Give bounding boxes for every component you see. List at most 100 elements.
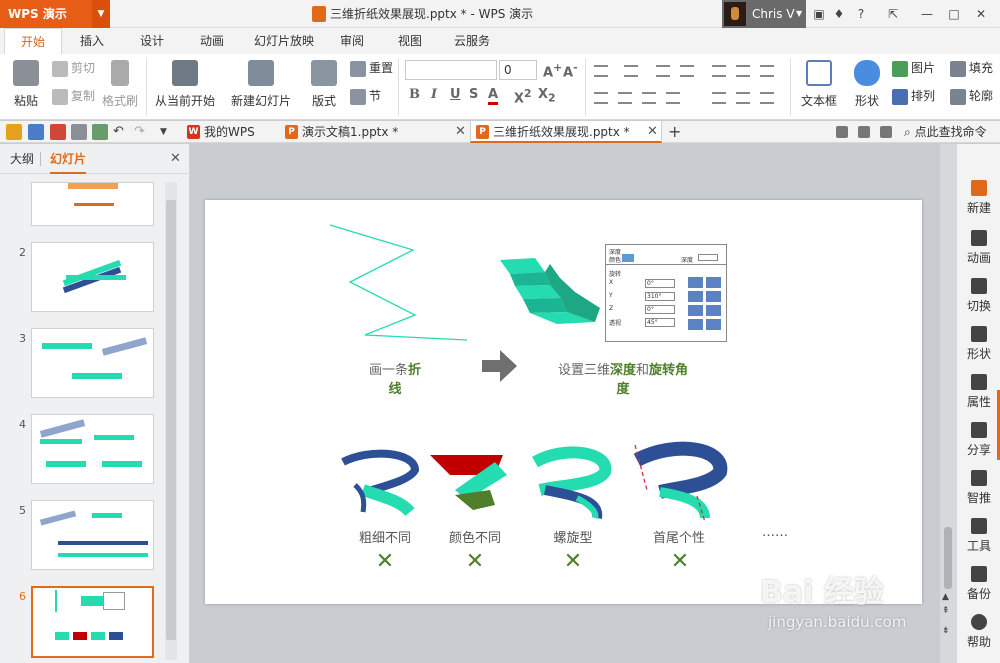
step2-caption[interactable]: 设置三维深度和旋转角 度: [545, 361, 701, 399]
font-color-button[interactable]: A: [488, 87, 499, 105]
sync-icon[interactable]: [836, 126, 848, 138]
command-search[interactable]: ⌕ 点此查找命令: [904, 121, 987, 143]
tab-insert[interactable]: 插入: [68, 28, 116, 54]
sidebar-tools[interactable]: 工具: [957, 518, 1000, 554]
print-preview-icon[interactable]: [92, 124, 108, 140]
step1-caption[interactable]: 画一条折 线: [355, 361, 435, 399]
minimize-icon[interactable]: —: [918, 5, 936, 23]
open-folder-icon[interactable]: [6, 124, 22, 140]
sidebar-new[interactable]: 新建: [957, 180, 1000, 216]
close-tab-icon[interactable]: ✕: [455, 121, 466, 143]
cross-mark-1[interactable]: ✕: [370, 548, 400, 576]
user-account[interactable]: Chris V ▼: [722, 0, 806, 28]
italic-button[interactable]: I: [431, 87, 437, 102]
doc-tab-mywps[interactable]: W 我的WPS: [182, 121, 280, 143]
skin-icon[interactable]: ▣: [810, 5, 828, 23]
close-panel-icon[interactable]: ✕: [170, 151, 181, 166]
slide[interactable]: 深度 颜色 深度 旋转 X 0° Y 310° Z 0° 透视 45° 画一条折 线 设…: [205, 200, 922, 604]
label-head-tail[interactable]: 首尾个性: [639, 527, 719, 546]
copy-button[interactable]: 复制: [52, 86, 95, 106]
new-slide-button[interactable]: 新建幻灯片: [228, 60, 294, 109]
tab-outline[interactable]: 大纲: [10, 144, 34, 174]
from-current-button[interactable]: 从当前开始: [152, 60, 218, 109]
ribbon-blue-teal[interactable]: [341, 449, 420, 517]
tab-slideshow[interactable]: 幻灯片放映: [248, 28, 320, 54]
undo-icon[interactable]: ↶: [113, 124, 129, 140]
slide-thumbnail-6[interactable]: [31, 586, 154, 658]
zigzag-line[interactable]: [329, 224, 468, 341]
cross-mark-3[interactable]: ✕: [558, 548, 588, 576]
customize-chevron-icon[interactable]: ▼: [160, 124, 176, 140]
cross-mark-4[interactable]: ✕: [665, 548, 695, 576]
picture-button[interactable]: 图片: [892, 58, 935, 78]
label-spiral[interactable]: 螺旋型: [533, 527, 613, 546]
align-right-icon[interactable]: [642, 92, 656, 104]
tab-design[interactable]: 设计: [128, 28, 176, 54]
sidebar-animation[interactable]: 动画: [957, 230, 1000, 266]
sidebar-transition[interactable]: 切换: [957, 278, 1000, 314]
layout-button[interactable]: 版式: [306, 60, 342, 109]
cut-button[interactable]: 剪切: [52, 58, 95, 78]
ribbon-red-green[interactable]: [430, 455, 507, 510]
print-icon[interactable]: [71, 124, 87, 140]
save-icon[interactable]: [28, 124, 44, 140]
fill-button[interactable]: 填充: [950, 58, 993, 78]
format-painter-button[interactable]: 格式刷: [100, 60, 140, 109]
text-direction-icon[interactable]: [760, 65, 774, 77]
tab-review[interactable]: 审阅: [330, 28, 374, 54]
panel-scrollbar-thumb[interactable]: [166, 200, 176, 640]
cross-mark-2[interactable]: ✕: [460, 548, 490, 576]
section-button[interactable]: 节: [350, 86, 381, 106]
share-icon[interactable]: [858, 126, 870, 138]
right-arrow-shape[interactable]: [482, 350, 517, 382]
slide-thumbnail-2[interactable]: [31, 242, 154, 312]
tab-slides[interactable]: 幻灯片: [50, 144, 87, 174]
maximize-icon[interactable]: □: [945, 5, 963, 23]
sidebar-properties[interactable]: 属性: [957, 374, 1000, 410]
export-pdf-icon[interactable]: [50, 124, 66, 140]
text-align-icon[interactable]: [760, 92, 774, 104]
app-logo[interactable]: WPS 演示: [0, 0, 92, 28]
restore-icon[interactable]: ⇱: [884, 5, 902, 23]
font-size-combo[interactable]: 0: [499, 60, 537, 80]
shape-button[interactable]: 形状: [848, 60, 886, 109]
ellipsis-text[interactable]: ……: [755, 525, 795, 540]
font-family-combo[interactable]: [405, 60, 497, 80]
panel-scrollbar[interactable]: [165, 182, 177, 660]
paragraph-spacing-icon[interactable]: [712, 92, 726, 104]
ribbon-head-tail[interactable]: [633, 441, 728, 523]
doc-tab-presentation1[interactable]: P 演示文稿1.pptx * ✕: [280, 121, 470, 143]
slide-thumbnail-4[interactable]: [31, 414, 154, 484]
distribute-icon[interactable]: [736, 92, 750, 104]
label-thickness[interactable]: 粗细不同: [345, 527, 425, 546]
doc-tab-current[interactable]: P 三维折纸效果展现.pptx * ✕: [470, 121, 662, 143]
bold-button[interactable]: B: [409, 87, 420, 102]
underline-button[interactable]: U: [450, 87, 461, 102]
redo-icon[interactable]: ↷: [134, 124, 150, 140]
strikethrough-button[interactable]: S: [469, 87, 478, 102]
line-spacing-icon[interactable]: [736, 65, 750, 77]
increase-indent-icon[interactable]: [680, 65, 694, 77]
app-menu-chevron-icon[interactable]: ▼: [92, 0, 110, 28]
slide-thumbnail-5[interactable]: [31, 500, 154, 570]
tab-home[interactable]: 开始: [4, 28, 62, 54]
slide-thumbnail-3[interactable]: [31, 328, 154, 398]
cloud-icon[interactable]: [880, 126, 892, 138]
tab-animation[interactable]: 动画: [188, 28, 236, 54]
close-icon[interactable]: ✕: [972, 5, 990, 23]
grow-font-button[interactable]: A+: [543, 61, 562, 80]
reset-button[interactable]: 重置: [350, 58, 393, 78]
tab-view[interactable]: 视图: [388, 28, 432, 54]
superscript-button[interactable]: X2: [514, 87, 532, 106]
align-center-icon[interactable]: [618, 92, 632, 104]
label-color[interactable]: 颜色不同: [435, 527, 515, 546]
shirt-icon[interactable]: ♦: [830, 5, 848, 23]
sidebar-smart[interactable]: 智推: [957, 470, 1000, 506]
new-tab-button[interactable]: +: [668, 121, 681, 143]
paste-button[interactable]: 粘贴: [6, 60, 46, 109]
tab-cloud[interactable]: 云服务: [446, 28, 498, 54]
folded-3d-strip[interactable]: [500, 258, 600, 324]
slide-thumbnail-1[interactable]: [31, 182, 154, 226]
close-tab-icon[interactable]: ✕: [647, 121, 658, 143]
columns-icon[interactable]: [712, 65, 726, 77]
